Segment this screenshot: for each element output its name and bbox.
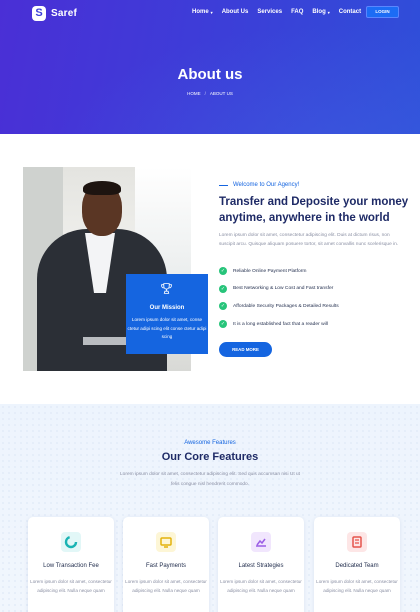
mission-card: Our Mission Lorem ipsum dolor sit amet, …: [126, 274, 208, 354]
nav-label: Home: [192, 9, 209, 15]
nav-label: Contact: [338, 9, 362, 15]
list-item: ✓ It is a long established fact that a r…: [219, 320, 339, 329]
card-text: Lorem ipsum dolor sit amet, consectetur …: [125, 579, 207, 593]
breadcrumb: HOME / ABOUT US: [0, 91, 420, 96]
card-text: Lorem ipsum dolor sit amet, consectetur …: [220, 579, 302, 593]
nav-item-about[interactable]: About Us: [222, 9, 249, 15]
check-icon: ✓: [219, 284, 227, 293]
feature-label: Affordable Security Packages & Detailed …: [233, 303, 339, 309]
page-title: About us: [177, 66, 243, 83]
photo-person-hair: [83, 181, 121, 195]
main-nav: Home ▾ About Us Services FAQ Blog ▾ Cont…: [192, 9, 361, 15]
breadcrumb-home[interactable]: HOME: [187, 91, 201, 96]
feature-card-fast-payments[interactable]: Fast Payments Lorem ipsum dolor sit amet…: [123, 517, 209, 612]
feature-label: Reliable Online Payment Platform: [233, 268, 307, 274]
hero-banner: S Saref Home ▾ About Us Services FAQ Blo…: [0, 0, 420, 134]
feature-card-team[interactable]: Dedicated Team Lorem ipsum dolor sit ame…: [314, 517, 400, 612]
trophy-icon: [161, 283, 172, 294]
nav-label: Services: [257, 9, 283, 15]
feature-card-low-fee[interactable]: Low Transaction Fee Lorem ipsum dolor si…: [28, 517, 114, 612]
nav-item-blog[interactable]: Blog ▾: [312, 9, 329, 15]
list-item: ✓ Reliable Online Payment Platform: [219, 267, 339, 275]
feature-label: Best Networking & Low Cost and Fast tran…: [233, 286, 334, 292]
mission-text: Lorem ipsum dolor sit amet, conse ctetur…: [127, 317, 207, 339]
list-item: ✓ Affordable Security Packages & Detaile…: [219, 302, 339, 311]
about-description: Lorem ipsum dolor sit amet, consectetur …: [219, 233, 399, 247]
card-title: Fast Payments: [145, 563, 186, 569]
eyebrow-text: Welcome to Our Agency!: [233, 182, 300, 188]
core-title: Our Core Features: [161, 451, 259, 463]
breadcrumb-current: ABOUT US: [209, 91, 233, 96]
about-eyebrow: Welcome to Our Agency!: [219, 182, 299, 188]
list-item: ✓ Best Networking & Low Cost and Fast tr…: [219, 284, 339, 293]
check-icon: ✓: [219, 320, 227, 329]
nav-item-contact[interactable]: Contact: [339, 9, 361, 15]
about-title: Transfer and Deposite your money anytime…: [219, 196, 409, 224]
read-more-button[interactable]: READ MORE: [219, 342, 272, 357]
check-icon: ✓: [219, 267, 227, 275]
nav-item-services[interactable]: Services: [257, 9, 282, 15]
card-title: Low Transaction Fee: [43, 563, 99, 569]
logo-text: Saref: [51, 8, 78, 19]
chevron-down-icon: ▾: [327, 9, 330, 15]
nav-label: FAQ: [291, 9, 304, 15]
chart-icon: [251, 532, 271, 552]
card-title: Latest Strategies: [238, 563, 284, 569]
nav-label: About Us: [221, 9, 249, 15]
logo[interactable]: S Saref: [32, 6, 77, 21]
core-features-section: Awesome Features Our Core Features Lorem…: [0, 404, 420, 612]
core-description: Lorem ipsum dolor sit amet, consectetur …: [120, 472, 300, 487]
eyebrow-line: [219, 184, 228, 186]
monitor-icon: [156, 532, 176, 552]
feature-label: It is a long established fact that a rea…: [233, 321, 328, 327]
core-eyebrow: Awesome Features: [184, 440, 236, 446]
card-text: Lorem ipsum dolor sit amet, consectetur …: [30, 579, 112, 593]
feature-card-strategies[interactable]: Latest Strategies Lorem ipsum dolor sit …: [218, 517, 304, 612]
logo-icon: S: [32, 6, 46, 21]
chevron-down-icon: ▾: [210, 9, 213, 15]
nav-label: Blog: [312, 9, 326, 15]
mission-title: Our Mission: [149, 305, 185, 311]
breadcrumb-separator: /: [204, 91, 206, 96]
document-icon: [347, 532, 367, 552]
card-title: Dedicated Team: [335, 563, 379, 569]
nav-item-faq[interactable]: FAQ: [291, 9, 303, 15]
about-feature-list: ✓ Reliable Online Payment Platform ✓ Bes…: [219, 267, 339, 338]
check-icon: ✓: [219, 302, 227, 311]
pie-chart-icon: [61, 532, 81, 552]
nav-item-home[interactable]: Home ▾: [192, 9, 213, 15]
card-text: Lorem ipsum dolor sit amet, consectetur …: [316, 579, 398, 593]
login-button[interactable]: LOGIN: [366, 6, 399, 18]
